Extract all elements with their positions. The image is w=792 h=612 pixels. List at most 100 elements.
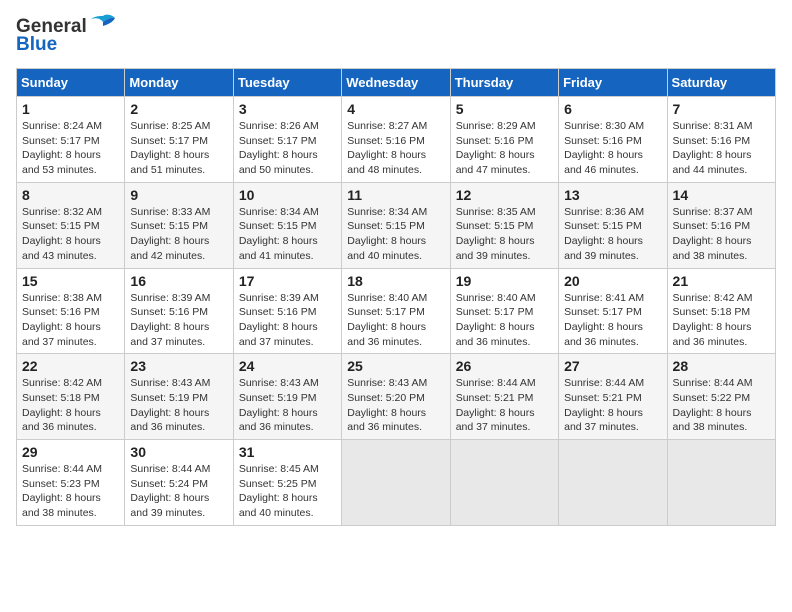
calendar-cell: 9 Sunrise: 8:33 AMSunset: 5:15 PMDaylight… <box>125 182 233 268</box>
calendar-cell <box>342 440 450 526</box>
calendar-cell: 10Sunrise: 8:34 AMSunset: 5:15 PMDayligh… <box>233 182 341 268</box>
calendar-cell <box>667 440 775 526</box>
day-number: 22 <box>22 358 119 374</box>
day-info: Sunrise: 8:42 AMSunset: 5:18 PMDaylight:… <box>22 376 119 435</box>
day-info: Sunrise: 8:43 AMSunset: 5:20 PMDaylight:… <box>347 376 444 435</box>
day-info: Sunrise: 8:27 AMSunset: 5:16 PMDaylight:… <box>347 119 444 178</box>
day-header-sunday: Sunday <box>17 69 125 97</box>
day-header-friday: Friday <box>559 69 667 97</box>
calendar-week-row: 1Sunrise: 8:24 AMSunset: 5:17 PMDaylight… <box>17 97 776 183</box>
day-header-wednesday: Wednesday <box>342 69 450 97</box>
day-info: Sunrise: 8:43 AMSunset: 5:19 PMDaylight:… <box>130 376 227 435</box>
day-info: Sunrise: 8:43 AMSunset: 5:19 PMDaylight:… <box>239 376 336 435</box>
day-info: Sunrise: 8:40 AMSunset: 5:17 PMDaylight:… <box>456 291 553 350</box>
day-number: 4 <box>347 101 444 117</box>
day-number: 23 <box>130 358 227 374</box>
calendar-cell: 3Sunrise: 8:26 AMSunset: 5:17 PMDaylight… <box>233 97 341 183</box>
day-info: Sunrise: 8:42 AMSunset: 5:18 PMDaylight:… <box>673 291 770 350</box>
day-number: 18 <box>347 273 444 289</box>
calendar-cell: 16Sunrise: 8:39 AMSunset: 5:16 PMDayligh… <box>125 268 233 354</box>
day-info: Sunrise: 8:44 AMSunset: 5:21 PMDaylight:… <box>456 376 553 435</box>
day-number: 1 <box>22 101 119 117</box>
day-info: Sunrise: 8:29 AMSunset: 5:16 PMDaylight:… <box>456 119 553 178</box>
calendar-cell: 7 Sunrise: 8:31 AMSunset: 5:16 PMDaylight… <box>667 97 775 183</box>
day-info: Sunrise: 8:32 AMSunset: 5:15 PMDaylight:… <box>22 205 119 264</box>
calendar-cell <box>450 440 558 526</box>
calendar-cell: 25 Sunrise: 8:43 AMSunset: 5:20 PMDayligh… <box>342 354 450 440</box>
day-header-monday: Monday <box>125 69 233 97</box>
day-number: 2 <box>130 101 227 117</box>
calendar-cell: 8 Sunrise: 8:32 AMSunset: 5:15 PMDaylight… <box>17 182 125 268</box>
calendar-cell: 5Sunrise: 8:29 AMSunset: 5:16 PMDaylight… <box>450 97 558 183</box>
day-number: 31 <box>239 444 336 460</box>
page-header: General Blue <box>16 16 776 56</box>
calendar-cell: 19 Sunrise: 8:40 AMSunset: 5:17 PMDayligh… <box>450 268 558 354</box>
day-info: Sunrise: 8:38 AMSunset: 5:16 PMDaylight:… <box>22 291 119 350</box>
day-number: 26 <box>456 358 553 374</box>
day-number: 7 <box>673 101 770 117</box>
logo-blue-text: Blue <box>16 34 57 56</box>
day-info: Sunrise: 8:31 AMSunset: 5:16 PMDaylight:… <box>673 119 770 178</box>
calendar-header-row: SundayMondayTuesdayWednesdayThursdayFrid… <box>17 69 776 97</box>
calendar-cell: 18Sunrise: 8:40 AMSunset: 5:17 PMDayligh… <box>342 268 450 354</box>
day-number: 3 <box>239 101 336 117</box>
day-number: 19 <box>456 273 553 289</box>
day-number: 13 <box>564 187 661 203</box>
day-info: Sunrise: 8:35 AMSunset: 5:15 PMDaylight:… <box>456 205 553 264</box>
calendar-cell: 14 Sunrise: 8:37 AMSunset: 5:16 PMDayligh… <box>667 182 775 268</box>
day-info: Sunrise: 8:25 AMSunset: 5:17 PMDaylight:… <box>130 119 227 178</box>
calendar-week-row: 8 Sunrise: 8:32 AMSunset: 5:15 PMDaylight… <box>17 182 776 268</box>
day-number: 15 <box>22 273 119 289</box>
day-number: 11 <box>347 187 444 203</box>
day-number: 20 <box>564 273 661 289</box>
day-info: Sunrise: 8:44 AMSunset: 5:22 PMDaylight:… <box>673 376 770 435</box>
calendar-week-row: 22 Sunrise: 8:42 AMSunset: 5:18 PMDayligh… <box>17 354 776 440</box>
day-header-saturday: Saturday <box>667 69 775 97</box>
calendar-cell: 21 Sunrise: 8:42 AMSunset: 5:18 PMDayligh… <box>667 268 775 354</box>
day-number: 29 <box>22 444 119 460</box>
day-info: Sunrise: 8:36 AMSunset: 5:15 PMDaylight:… <box>564 205 661 264</box>
calendar-cell: 31Sunrise: 8:45 AMSunset: 5:25 PMDayligh… <box>233 440 341 526</box>
day-number: 30 <box>130 444 227 460</box>
day-number: 8 <box>22 187 119 203</box>
day-number: 12 <box>456 187 553 203</box>
day-number: 28 <box>673 358 770 374</box>
calendar-week-row: 15 Sunrise: 8:38 AMSunset: 5:16 PMDayligh… <box>17 268 776 354</box>
day-info: Sunrise: 8:33 AMSunset: 5:15 PMDaylight:… <box>130 205 227 264</box>
day-info: Sunrise: 8:34 AMSunset: 5:15 PMDaylight:… <box>347 205 444 264</box>
calendar-cell: 23 Sunrise: 8:43 AMSunset: 5:19 PMDayligh… <box>125 354 233 440</box>
day-number: 9 <box>130 187 227 203</box>
day-info: Sunrise: 8:30 AMSunset: 5:16 PMDaylight:… <box>564 119 661 178</box>
day-info: Sunrise: 8:37 AMSunset: 5:16 PMDaylight:… <box>673 205 770 264</box>
day-header-thursday: Thursday <box>450 69 558 97</box>
day-info: Sunrise: 8:39 AMSunset: 5:16 PMDaylight:… <box>239 291 336 350</box>
calendar-cell: 29 Sunrise: 8:44 AMSunset: 5:23 PMDayligh… <box>17 440 125 526</box>
day-info: Sunrise: 8:39 AMSunset: 5:16 PMDaylight:… <box>130 291 227 350</box>
day-number: 24 <box>239 358 336 374</box>
day-info: Sunrise: 8:44 AMSunset: 5:23 PMDaylight:… <box>22 462 119 521</box>
day-number: 14 <box>673 187 770 203</box>
day-number: 10 <box>239 187 336 203</box>
calendar-cell: 22 Sunrise: 8:42 AMSunset: 5:18 PMDayligh… <box>17 354 125 440</box>
day-number: 17 <box>239 273 336 289</box>
calendar-cell: 27Sunrise: 8:44 AMSunset: 5:21 PMDayligh… <box>559 354 667 440</box>
calendar-cell: 15 Sunrise: 8:38 AMSunset: 5:16 PMDayligh… <box>17 268 125 354</box>
day-number: 21 <box>673 273 770 289</box>
calendar-cell: 30 Sunrise: 8:44 AMSunset: 5:24 PMDayligh… <box>125 440 233 526</box>
calendar-cell: 2 Sunrise: 8:25 AMSunset: 5:17 PMDaylight… <box>125 97 233 183</box>
calendar-cell: 1Sunrise: 8:24 AMSunset: 5:17 PMDaylight… <box>17 97 125 183</box>
day-number: 25 <box>347 358 444 374</box>
calendar-cell: 13 Sunrise: 8:36 AMSunset: 5:15 PMDayligh… <box>559 182 667 268</box>
calendar-cell: 24 Sunrise: 8:43 AMSunset: 5:19 PMDayligh… <box>233 354 341 440</box>
calendar-cell: 11 Sunrise: 8:34 AMSunset: 5:15 PMDayligh… <box>342 182 450 268</box>
calendar-cell <box>559 440 667 526</box>
day-info: Sunrise: 8:41 AMSunset: 5:17 PMDaylight:… <box>564 291 661 350</box>
day-info: Sunrise: 8:44 AMSunset: 5:21 PMDaylight:… <box>564 376 661 435</box>
day-number: 6 <box>564 101 661 117</box>
calendar-table: SundayMondayTuesdayWednesdayThursdayFrid… <box>16 68 776 526</box>
calendar-week-row: 29 Sunrise: 8:44 AMSunset: 5:23 PMDayligh… <box>17 440 776 526</box>
logo: General Blue <box>16 16 117 56</box>
day-info: Sunrise: 8:44 AMSunset: 5:24 PMDaylight:… <box>130 462 227 521</box>
calendar-cell: 26 Sunrise: 8:44 AMSunset: 5:21 PMDayligh… <box>450 354 558 440</box>
calendar-cell: 12 Sunrise: 8:35 AMSunset: 5:15 PMDayligh… <box>450 182 558 268</box>
